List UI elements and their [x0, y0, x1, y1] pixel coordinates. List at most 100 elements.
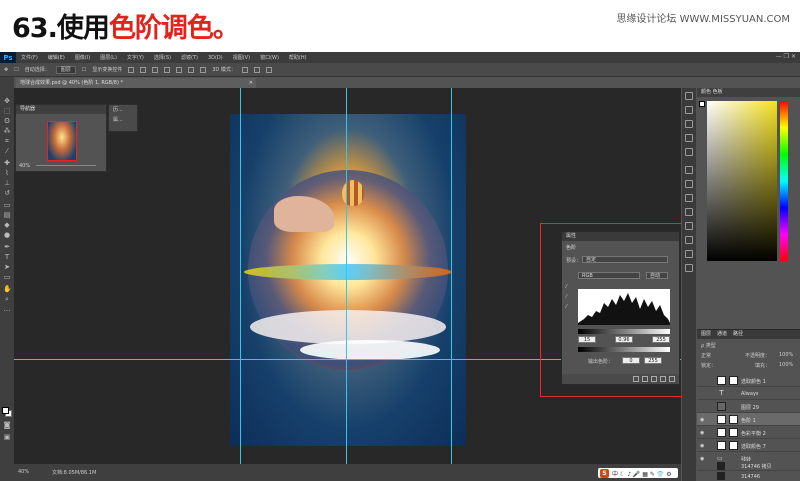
roll-3d-icon[interactable] [253, 66, 260, 73]
gradient-tool-icon[interactable]: ▤ [3, 211, 11, 219]
tab-swatches[interactable]: 色板 [713, 89, 723, 95]
move-tool-icon[interactable]: ✥ [4, 67, 8, 73]
quick-mask-icon[interactable]: ◙ [3, 421, 11, 429]
brush-tool-icon[interactable]: ⌇ [3, 169, 11, 177]
path-select-tool-icon[interactable]: ➤ [3, 263, 11, 271]
status-doc-size[interactable]: 文档:8.05M/86.1M [52, 469, 96, 476]
fill-value[interactable]: 100% [779, 362, 793, 368]
history-icon[interactable] [685, 106, 693, 114]
eye-icon[interactable]: ◉ [700, 443, 704, 449]
type-tool-icon[interactable]: T [3, 253, 11, 261]
sogou-logo-icon[interactable]: S [600, 468, 609, 478]
align-left-icon[interactable] [164, 66, 171, 73]
character-icon[interactable] [685, 148, 693, 156]
menu-help[interactable]: 帮助(H) [284, 54, 312, 61]
paragraph-icon[interactable] [685, 194, 693, 202]
tab-paths[interactable]: 路径 [733, 330, 743, 339]
auto-select-checkbox[interactable]: ☐ [14, 67, 18, 73]
tab-layers[interactable]: 图层 [701, 330, 711, 339]
more-tools-icon[interactable]: … [3, 305, 11, 313]
adjustments-icon[interactable] [685, 166, 693, 174]
layer-row[interactable]: 图层 29 [697, 400, 800, 413]
kind-filter[interactable]: ρ 类型 [701, 342, 716, 349]
close-icon[interactable]: ✕ [249, 78, 253, 88]
screen-mode-icon[interactable]: ▣ [3, 433, 11, 441]
timeline-icon[interactable] [685, 264, 693, 272]
layer-row[interactable]: 314746 拷贝 [697, 461, 800, 471]
color-panel-swatch[interactable] [699, 101, 705, 107]
guide-line[interactable] [240, 88, 241, 464]
color-picker-field[interactable] [707, 101, 777, 261]
layer-row[interactable]: ◉ 选取颜色 7 [697, 439, 800, 452]
menu-3d[interactable]: 3D(D) [203, 55, 228, 61]
hue-slider[interactable] [780, 101, 788, 261]
glyphs-icon[interactable] [685, 250, 693, 258]
align-bottom-icon[interactable] [152, 66, 159, 73]
menu-type[interactable]: 文字(Y) [122, 54, 149, 61]
guide-line[interactable] [346, 88, 347, 464]
navigator-zoom[interactable]: 40% [19, 163, 30, 169]
layer-row[interactable]: T Always [697, 387, 800, 400]
info-icon[interactable] [685, 92, 693, 100]
lasso-tool-icon[interactable]: ʘ [3, 117, 11, 125]
shape-tool-icon[interactable]: ▭ [3, 273, 11, 281]
ime-toolbar[interactable]: S 中 ☾ ♪ 🎤 ▦ ✎ 👕 ⚙ [598, 468, 678, 478]
move-tool-icon[interactable]: ✥ [3, 97, 11, 105]
eraser-tool-icon[interactable]: ▭ [3, 201, 11, 209]
document-tab[interactable]: 地球合成效果.psd @ 40% (色阶 1, RGB/8) * ✕ [16, 78, 256, 88]
healing-tool-icon[interactable]: ✚ [3, 159, 11, 167]
clone-source-icon[interactable] [685, 134, 693, 142]
styles-icon[interactable] [685, 180, 693, 188]
eye-icon[interactable]: ◉ [700, 430, 704, 436]
navigator-thumbnail[interactable] [47, 121, 77, 161]
layer-row[interactable]: ◉ 色彩平衡 2 [697, 426, 800, 439]
properties-panel-button[interactable]: 属... [109, 115, 137, 125]
swatches-icon[interactable] [685, 236, 693, 244]
align-top-icon[interactable] [128, 66, 135, 73]
guide-line[interactable] [451, 88, 452, 464]
history-brush-tool-icon[interactable]: ↺ [3, 189, 11, 197]
menu-window[interactable]: 窗口(W) [255, 54, 284, 61]
brush-preset-icon[interactable] [685, 120, 693, 128]
pan-3d-icon[interactable] [265, 66, 272, 73]
align-center-icon[interactable] [176, 66, 183, 73]
menu-image[interactable]: 图像(I) [70, 54, 95, 61]
hand-tool-icon[interactable]: ✋ [3, 285, 12, 293]
window-controls[interactable]: — ❐ ✕ [776, 53, 796, 60]
layer-row[interactable]: ◉ 色阶 1 [697, 413, 800, 426]
ime-glyphs[interactable]: 中 ☾ ♪ 🎤 ▦ ✎ 👕 ⚙ [612, 469, 672, 478]
menu-view[interactable]: 视图(V) [228, 54, 255, 61]
pen-tool-icon[interactable]: ✒ [3, 243, 11, 251]
menu-select[interactable]: 选择(S) [149, 54, 176, 61]
align-middle-icon[interactable] [140, 66, 147, 73]
auto-select-dropdown[interactable]: 图层 [55, 65, 76, 74]
status-zoom[interactable]: 40% [18, 469, 29, 475]
show-transform-checkbox[interactable]: ☐ [82, 67, 86, 73]
layer-row[interactable]: 314746 [697, 471, 800, 481]
tab-color[interactable]: 颜色 [701, 89, 711, 95]
quick-select-tool-icon[interactable]: ⁂ [3, 127, 11, 135]
marquee-tool-icon[interactable]: ⬚ [3, 107, 11, 115]
zoom-tool-icon[interactable]: ⌕ [3, 295, 11, 303]
navigator-zoom-slider[interactable] [36, 165, 96, 166]
foreground-color-swatch[interactable] [2, 407, 9, 414]
menu-edit[interactable]: 编辑(E) [43, 54, 70, 61]
dodge-tool-icon[interactable]: ● [3, 231, 11, 239]
eyedropper-tool-icon[interactable]: ⁄ [3, 147, 11, 155]
crop-tool-icon[interactable]: ⌗ [3, 137, 11, 145]
distribute-icon[interactable] [200, 66, 207, 73]
blur-tool-icon[interactable]: ◆ [3, 221, 11, 229]
opacity-value[interactable]: 100% [779, 352, 793, 358]
align-right-icon[interactable] [188, 66, 195, 73]
rotate-3d-icon[interactable] [241, 66, 248, 73]
actions-icon[interactable] [685, 222, 693, 230]
stamp-tool-icon[interactable]: ⊥ [3, 179, 11, 187]
eye-icon[interactable]: ◉ [700, 417, 704, 423]
document-canvas[interactable] [230, 114, 466, 446]
layer-row[interactable]: 选取颜色 1 [697, 374, 800, 387]
menu-filter[interactable]: 滤镜(T) [176, 54, 203, 61]
menu-file[interactable]: 文件(F) [16, 54, 43, 61]
menu-layer[interactable]: 图层(L) [95, 54, 122, 61]
properties-icon[interactable] [685, 208, 693, 216]
history-panel-button[interactable]: 历... [109, 105, 137, 115]
